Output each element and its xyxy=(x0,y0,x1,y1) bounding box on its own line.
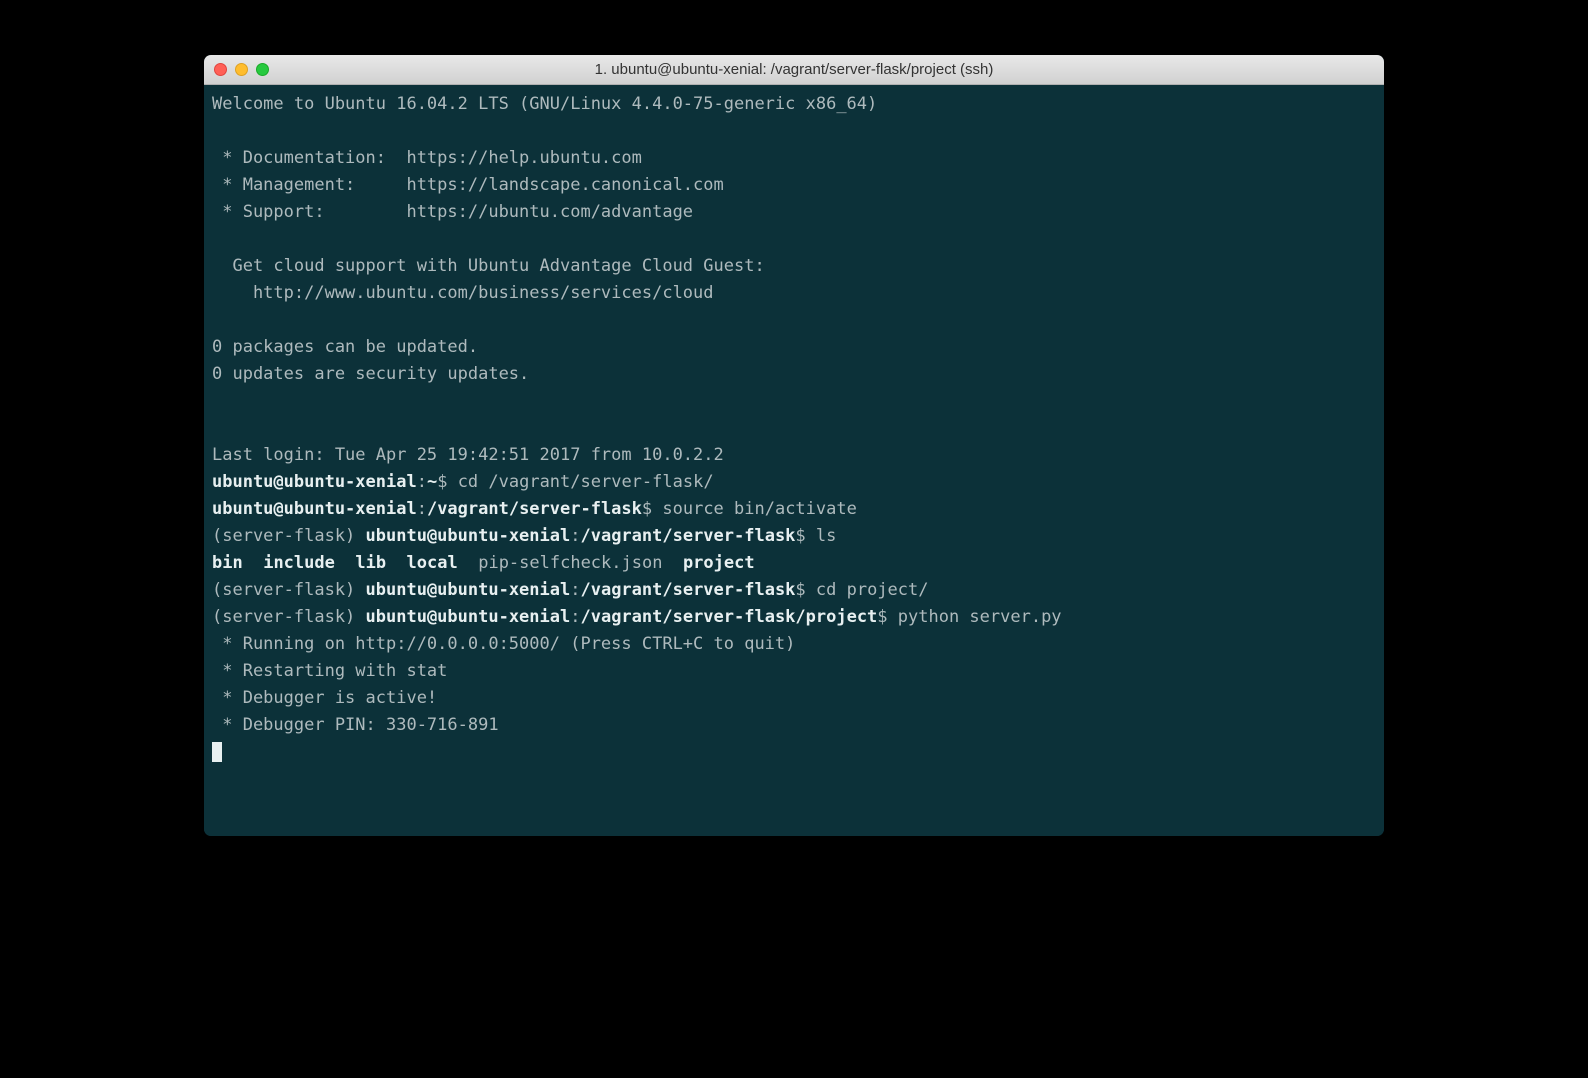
prompt-line-2: ubuntu@ubuntu-xenial:/vagrant/server-fla… xyxy=(212,496,1376,523)
venv-prefix: (server-flask) xyxy=(212,526,366,546)
motd-mgmt: * Management: https://landscape.canonica… xyxy=(212,172,1376,199)
server-output: * Running on http://0.0.0.0:5000/ (Press… xyxy=(212,631,1376,658)
prompt-sep: : xyxy=(417,472,427,492)
blank-line xyxy=(212,118,1376,145)
ls-dir: project xyxy=(683,553,755,573)
ls-output: bin include lib local pip-selfcheck.json… xyxy=(212,550,1376,577)
blank-line xyxy=(212,307,1376,334)
prompt-line-5: (server-flask) ubuntu@ubuntu-xenial:/vag… xyxy=(212,604,1376,631)
prompt-dollar: $ xyxy=(642,499,662,519)
venv-prefix: (server-flask) xyxy=(212,580,366,600)
motd-support: * Support: https://ubuntu.com/advantage xyxy=(212,199,1376,226)
prompt-path: ~ xyxy=(427,472,437,492)
close-icon[interactable] xyxy=(214,63,227,76)
prompt-dollar: $ xyxy=(795,580,815,600)
motd-cloud2: http://www.ubuntu.com/business/services/… xyxy=(212,280,1376,307)
command: python server.py xyxy=(898,607,1062,627)
prompt-user: ubuntu@ubuntu-xenial xyxy=(212,499,417,519)
server-output: * Restarting with stat xyxy=(212,658,1376,685)
ls-file: pip-selfcheck.json xyxy=(478,553,662,573)
prompt-path: /vagrant/server-flask/project xyxy=(580,607,877,627)
venv-prefix: (server-flask) xyxy=(212,607,366,627)
terminal-body[interactable]: Welcome to Ubuntu 16.04.2 LTS (GNU/Linux… xyxy=(204,85,1384,836)
server-output: * Debugger PIN: 330-716-891 xyxy=(212,712,1376,739)
prompt-dollar: $ xyxy=(437,472,457,492)
ls-dir: lib xyxy=(355,553,386,573)
ls-dir: include xyxy=(263,553,335,573)
prompt-user: ubuntu@ubuntu-xenial xyxy=(366,607,571,627)
window-title: 1. ubuntu@ubuntu-xenial: /vagrant/server… xyxy=(204,61,1384,78)
prompt-dollar: $ xyxy=(795,526,815,546)
prompt-sep: : xyxy=(570,526,580,546)
command: ls xyxy=(816,526,836,546)
prompt-path: /vagrant/server-flask xyxy=(580,526,795,546)
traffic-lights xyxy=(214,63,269,76)
prompt-user: ubuntu@ubuntu-xenial xyxy=(366,580,571,600)
maximize-icon[interactable] xyxy=(256,63,269,76)
prompt-line-4: (server-flask) ubuntu@ubuntu-xenial:/vag… xyxy=(212,577,1376,604)
motd-doc: * Documentation: https://help.ubuntu.com xyxy=(212,145,1376,172)
prompt-sep: : xyxy=(570,607,580,627)
prompt-sep: : xyxy=(570,580,580,600)
prompt-dollar: $ xyxy=(877,607,897,627)
command: cd /vagrant/server-flask/ xyxy=(458,472,714,492)
title-bar: 1. ubuntu@ubuntu-xenial: /vagrant/server… xyxy=(204,55,1384,85)
motd-cloud1: Get cloud support with Ubuntu Advantage … xyxy=(212,253,1376,280)
prompt-user: ubuntu@ubuntu-xenial xyxy=(366,526,571,546)
prompt-sep: : xyxy=(417,499,427,519)
blank-line xyxy=(212,388,1376,415)
last-login: Last login: Tue Apr 25 19:42:51 2017 fro… xyxy=(212,442,1376,469)
prompt-line-3: (server-flask) ubuntu@ubuntu-xenial:/vag… xyxy=(212,523,1376,550)
prompt-user: ubuntu@ubuntu-xenial xyxy=(212,472,417,492)
prompt-path: /vagrant/server-flask xyxy=(580,580,795,600)
ls-dir: local xyxy=(407,553,458,573)
prompt-path: /vagrant/server-flask xyxy=(427,499,642,519)
prompt-line-1: ubuntu@ubuntu-xenial:~$ cd /vagrant/serv… xyxy=(212,469,1376,496)
blank-line xyxy=(212,415,1376,442)
motd-pkg2: 0 updates are security updates. xyxy=(212,361,1376,388)
command: source bin/activate xyxy=(662,499,856,519)
minimize-icon[interactable] xyxy=(235,63,248,76)
cursor-line xyxy=(212,739,1376,766)
cursor-icon xyxy=(212,742,222,762)
command: cd project/ xyxy=(816,580,929,600)
server-output: * Debugger is active! xyxy=(212,685,1376,712)
blank-line xyxy=(212,226,1376,253)
motd-pkg1: 0 packages can be updated. xyxy=(212,334,1376,361)
ls-dir: bin xyxy=(212,553,243,573)
terminal-window: 1. ubuntu@ubuntu-xenial: /vagrant/server… xyxy=(204,55,1384,836)
motd-welcome: Welcome to Ubuntu 16.04.2 LTS (GNU/Linux… xyxy=(212,91,1376,118)
